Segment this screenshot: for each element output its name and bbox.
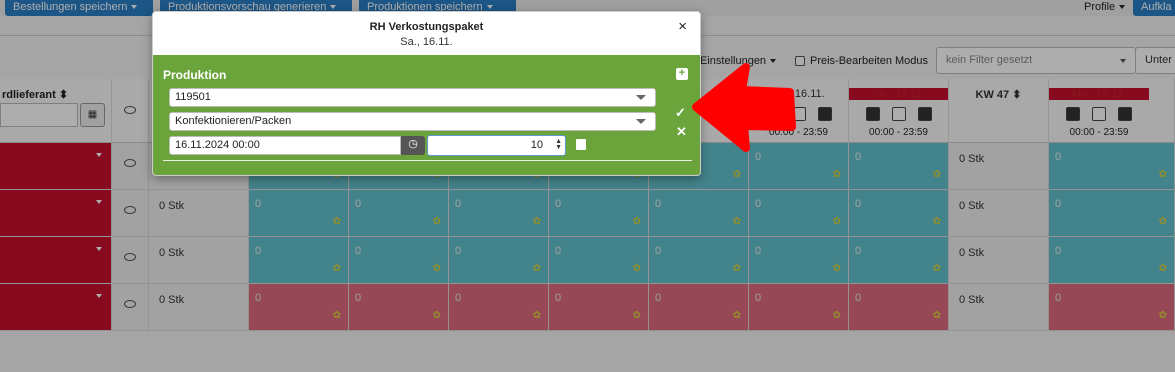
arrow-shape	[692, 63, 796, 152]
annotation-arrow	[692, 63, 796, 152]
